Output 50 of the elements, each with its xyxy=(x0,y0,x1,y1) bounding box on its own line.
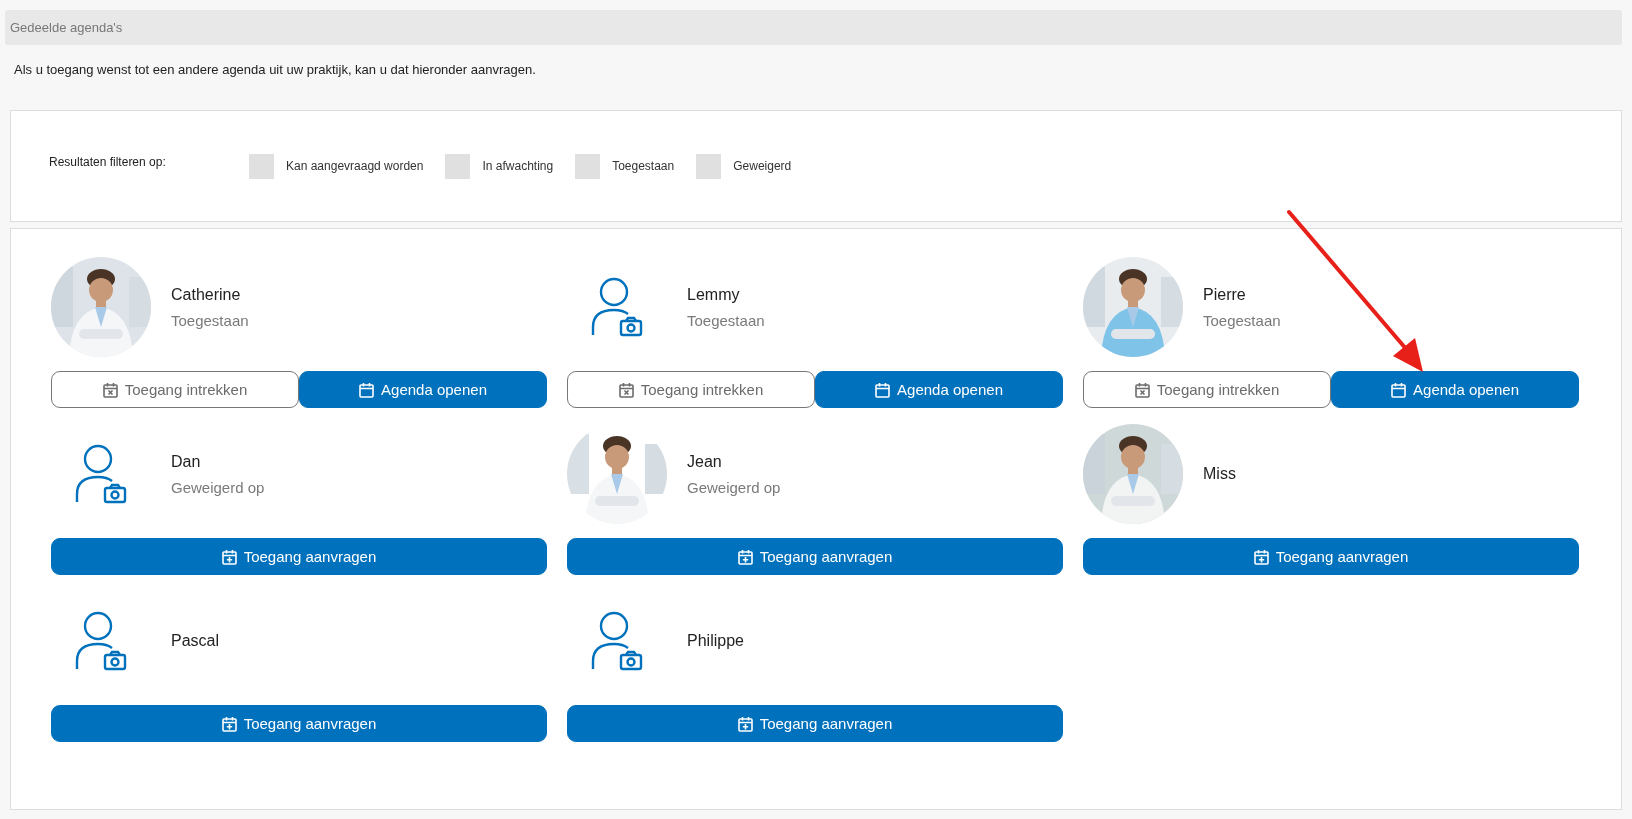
filter-option-label: Kan aangevraagd worden xyxy=(286,159,424,173)
request-access-button[interactable]: Toegang aanvragen xyxy=(567,538,1063,575)
intro-text: Als u toegang wenst tot een andere agenda uit uw praktijk, kan u dat hieronder aanvragen. xyxy=(14,62,537,77)
calendar-icon xyxy=(875,381,891,398)
filter-checkbox[interactable] xyxy=(696,153,722,179)
access-status: Toegestaan xyxy=(171,311,249,329)
filter-option-label: Toegestaan xyxy=(612,159,675,173)
filter-checkbox[interactable] xyxy=(249,153,274,179)
calendar-x-icon xyxy=(102,381,118,398)
person-name: Dan xyxy=(171,452,202,471)
request-access-button[interactable]: Toegang aanvragen xyxy=(51,705,547,742)
access-status: Toegestaan xyxy=(1203,311,1281,329)
revoke-access-button[interactable]: Toegang intrekken xyxy=(1083,371,1331,408)
calendar-icon xyxy=(359,381,375,398)
calendar-plus-icon xyxy=(737,715,753,732)
open-agenda-button[interactable]: Agenda openen xyxy=(299,371,547,408)
filter-option-label: Geweigerd xyxy=(733,159,792,173)
user-camera-icon xyxy=(591,277,643,337)
calendar-icon xyxy=(1391,381,1407,398)
person-name: Pascal xyxy=(171,632,220,650)
access-status: Geweigerd op xyxy=(687,478,781,496)
open-agenda-button[interactable]: Agenda openen xyxy=(1331,371,1579,408)
revoke-access-button[interactable]: Toegang intrekken xyxy=(51,371,299,408)
calendar-plus-icon xyxy=(221,715,237,732)
user-camera-icon xyxy=(75,611,127,671)
person-name: Miss xyxy=(1203,465,1236,483)
filter-option-label: In afwachting xyxy=(482,159,554,173)
person-name: Lemmy xyxy=(687,285,741,304)
filter-checkbox[interactable] xyxy=(445,153,471,179)
section-header: Gedeelde agenda's xyxy=(5,10,1622,45)
open-agenda-button[interactable]: Agenda openen xyxy=(815,371,1063,408)
person-name: Pierre xyxy=(1203,285,1247,304)
calendar-plus-icon xyxy=(221,548,237,565)
calendar-plus-icon xyxy=(1253,548,1269,565)
calendar-plus-icon xyxy=(737,548,753,565)
user-camera-icon xyxy=(75,444,127,504)
request-access-button[interactable]: Toegang aanvragen xyxy=(51,538,547,575)
person-name: Philippe xyxy=(687,632,744,650)
user-camera-icon xyxy=(591,611,643,671)
person-name: Jean xyxy=(687,452,723,471)
request-access-button[interactable]: Toegang aanvragen xyxy=(567,705,1063,742)
revoke-access-button[interactable]: Toegang intrekken xyxy=(567,371,815,408)
access-status: Toegestaan xyxy=(687,311,765,329)
request-access-button[interactable]: Toegang aanvragen xyxy=(1083,538,1579,575)
filter-label: Resultaten filteren op: xyxy=(49,155,167,169)
calendar-x-icon xyxy=(618,381,634,398)
filter-checkbox[interactable] xyxy=(575,153,601,179)
calendar-x-icon xyxy=(1134,381,1150,398)
person-name: Catherine xyxy=(171,285,242,304)
access-status: Geweigerd op xyxy=(171,478,265,496)
